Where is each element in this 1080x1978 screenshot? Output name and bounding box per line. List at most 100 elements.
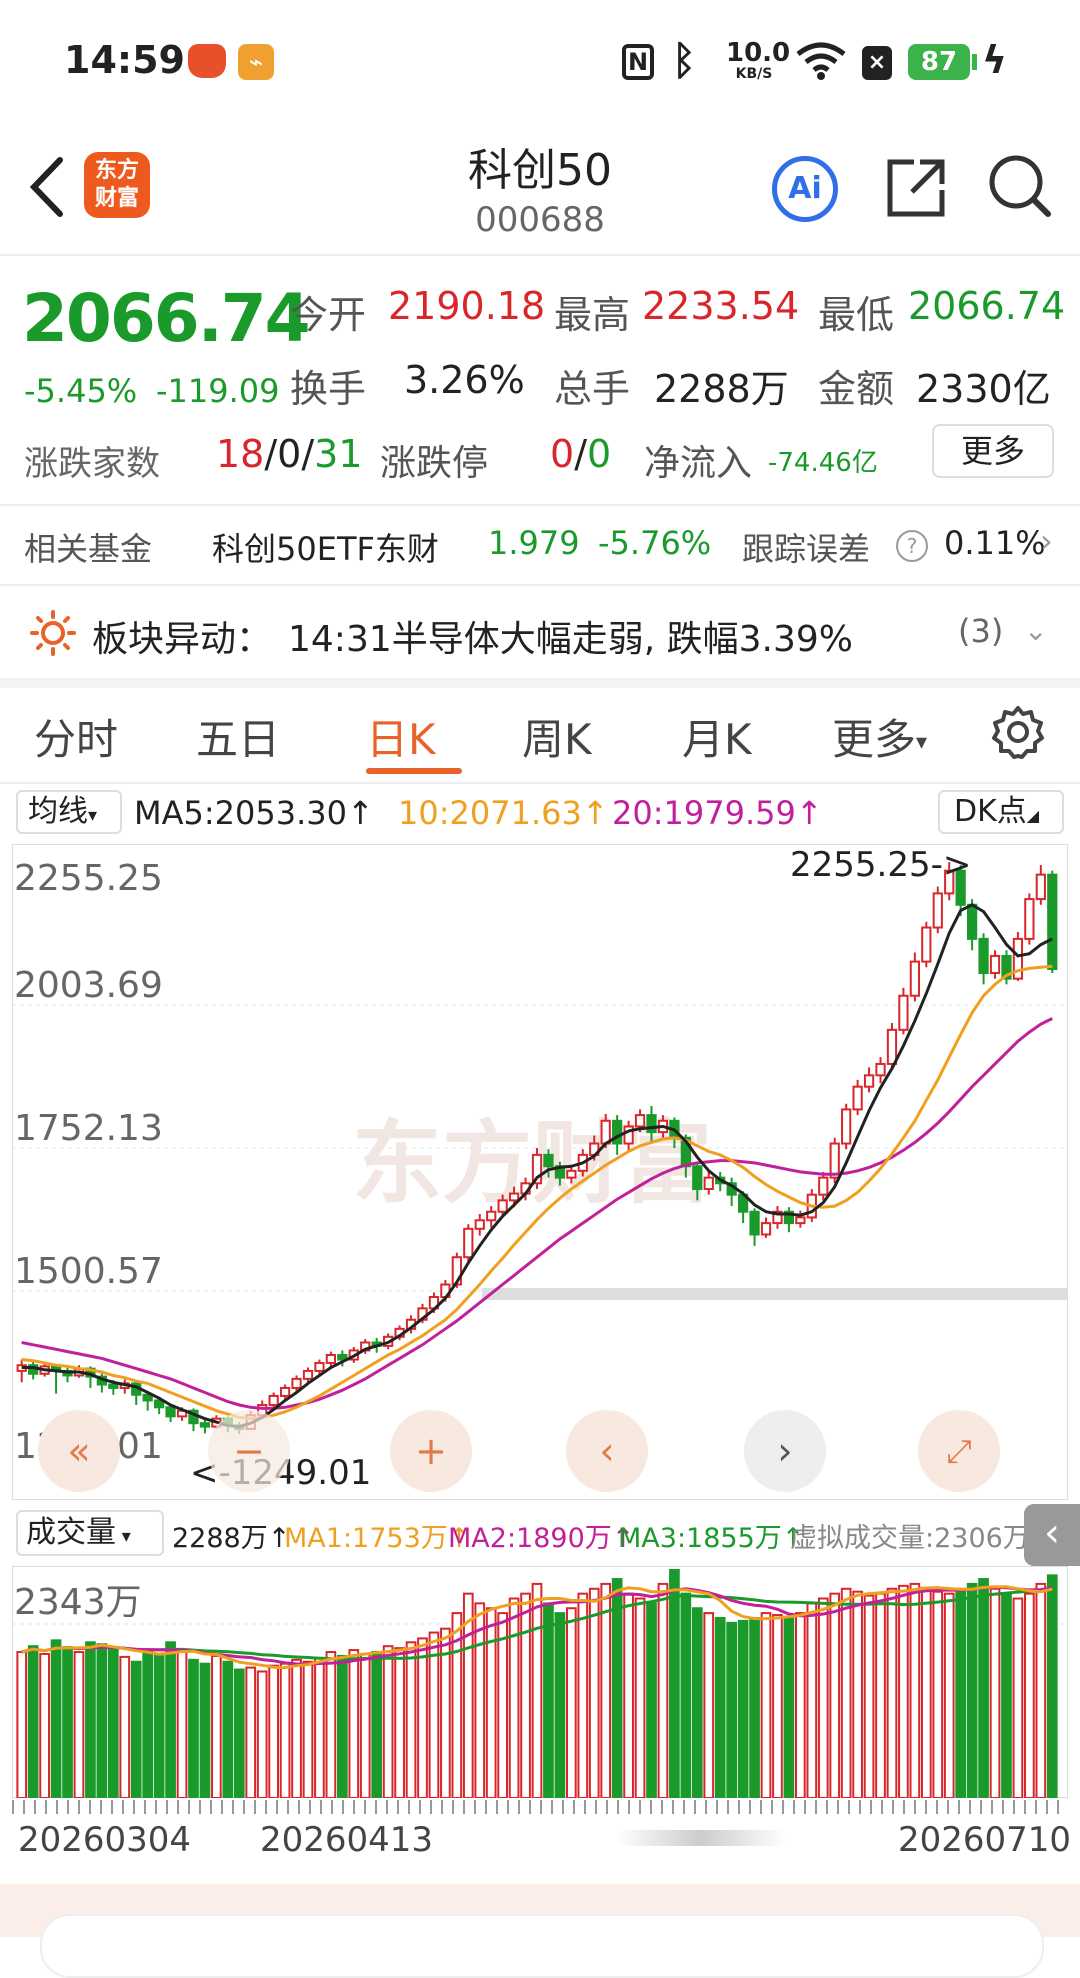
- volume-selector[interactable]: 成交量 ▾: [16, 1510, 164, 1556]
- volume-bar: [932, 1590, 944, 1798]
- candle-body: [268, 1394, 279, 1407]
- tab-five-day[interactable]: 五日: [196, 706, 280, 767]
- volume-bar: [119, 1655, 131, 1798]
- volume-bar: [188, 1658, 199, 1798]
- volume-bar: [39, 1652, 50, 1798]
- ma20-value: 20:1979.59↑: [612, 794, 823, 832]
- volume-bar: [863, 1594, 875, 1798]
- vol-current: 2288万↑: [172, 1523, 291, 1554]
- dk-point-label: DK点: [954, 794, 1027, 829]
- high-label: 最高: [554, 293, 631, 337]
- ma-selector[interactable]: 均线▾: [16, 790, 122, 834]
- candle-body: [875, 1062, 886, 1077]
- header-divider: [0, 254, 1080, 256]
- volume-bar: [417, 1637, 428, 1798]
- scroll-right-button[interactable]: ›: [744, 1410, 826, 1492]
- volume-bar: [600, 1582, 612, 1798]
- breadth-label: 涨跌家数: [24, 444, 160, 484]
- more-button[interactable]: 更多: [932, 424, 1054, 478]
- volume-bar: [886, 1587, 898, 1798]
- volume-bar: [268, 1664, 279, 1798]
- volume-bar: [142, 1649, 154, 1798]
- tab-daily-k[interactable]: 日K: [366, 706, 436, 767]
- volume-bar: [714, 1616, 726, 1798]
- candle-body: [852, 1085, 863, 1111]
- scroll-start-button[interactable]: «: [38, 1410, 120, 1492]
- volume-bar: [623, 1592, 634, 1798]
- x-axis-ticks: [12, 1800, 1068, 1814]
- candle-body: [909, 960, 920, 997]
- volume-bar: [107, 1647, 119, 1798]
- candle-body: [932, 892, 943, 929]
- help-icon[interactable]: ?: [896, 530, 928, 562]
- volume-bar: [325, 1651, 337, 1798]
- tab-more[interactable]: 更多▾: [832, 706, 927, 767]
- volume-bar: [130, 1660, 142, 1798]
- candle-body: [463, 1227, 474, 1259]
- related-fund-row[interactable]: 相关基金 科创50ETF东财 1.979 -5.76% 跟踪误差 ? 0.11%…: [0, 506, 1080, 584]
- kline-chart[interactable]: 东方财富 2255.252003.691752.131500.571249.01…: [12, 844, 1068, 1500]
- volume-chart[interactable]: 2343万: [12, 1566, 1068, 1798]
- ma10-value: 10:2071.63↑: [398, 794, 609, 832]
- candle-body: [566, 1169, 577, 1179]
- status-bar: 14:59 ⌁ N ᛒ 10.0 KB/S × 87 ϟ: [0, 0, 1080, 120]
- y-tick-label: 2003.69: [14, 965, 163, 1006]
- volume-bar: [508, 1597, 520, 1798]
- tab-intraday[interactable]: 分时: [34, 706, 118, 767]
- breadth-values: 18/0/31: [216, 432, 363, 476]
- candle-body: [199, 1422, 211, 1428]
- search-button[interactable]: [986, 152, 1054, 222]
- fund-label: 相关基金: [24, 530, 153, 568]
- wifi-icon: [796, 42, 846, 80]
- ma20-text: 20:1979.59: [612, 794, 796, 832]
- candle-body: [543, 1153, 554, 1168]
- change-abs: -119.09: [156, 372, 280, 410]
- amount-label: 金额: [818, 367, 895, 411]
- down-count: 31: [314, 432, 363, 476]
- comment-input-box[interactable]: [40, 1914, 1044, 1978]
- search-icon: [989, 155, 1051, 217]
- volume-bar: [1035, 1582, 1047, 1798]
- volume-bar: [531, 1582, 543, 1798]
- more-label: 更多: [960, 432, 1025, 470]
- collapse-panel-button[interactable]: ‹: [1024, 1504, 1080, 1566]
- no-sim-icon: ×: [862, 46, 892, 80]
- tab-weekly-k[interactable]: 周K: [522, 706, 592, 767]
- scroll-left-button[interactable]: ‹: [566, 1410, 648, 1492]
- candle-body: [863, 1074, 875, 1088]
- candle-body: [165, 1406, 176, 1418]
- ma-selector-label: 均线: [28, 794, 88, 829]
- volume-bar: [245, 1666, 257, 1798]
- fullscreen-button[interactable]: ⤢: [918, 1410, 1000, 1492]
- volume-bar: [50, 1639, 62, 1798]
- tabs-divider: [0, 782, 1080, 784]
- share-icon: [887, 159, 945, 217]
- volume-bar: [520, 1592, 531, 1798]
- volume-bar: [726, 1621, 738, 1798]
- open-value: 2190.18: [388, 284, 546, 328]
- volume-bar: [691, 1607, 703, 1798]
- alert-count: (3): [958, 612, 1004, 650]
- volume-bar: [680, 1592, 692, 1798]
- chevron-left-icon: ‹: [599, 1429, 615, 1473]
- plus-icon: +: [415, 1429, 447, 1473]
- ma10-text: 10:2071.63: [398, 794, 582, 832]
- ai-button[interactable]: Ai: [772, 156, 838, 222]
- scroll-indicator[interactable]: [616, 1830, 786, 1846]
- share-button[interactable]: [884, 154, 948, 220]
- x-tick-label: 20260710: [898, 1820, 1072, 1860]
- candle-body: [486, 1210, 497, 1222]
- sector-alert-row[interactable]: 板块异动： 14:31半导体大幅走弱, 跌幅3.39% (3) ⌄: [0, 586, 1080, 678]
- max-price-label: 2255.25->: [790, 845, 971, 885]
- dk-point-button[interactable]: DK点◢: [938, 790, 1064, 834]
- zoom-in-button[interactable]: +: [390, 1410, 472, 1492]
- sun-alert-icon: [30, 610, 76, 656]
- zoom-out-button[interactable]: −: [208, 1410, 290, 1492]
- volume-bar: [657, 1582, 669, 1798]
- low-label: 最低: [818, 293, 895, 337]
- tab-monthly-k[interactable]: 月K: [682, 706, 752, 767]
- alert-label: 板块异动：: [92, 619, 273, 660]
- chart-settings-button[interactable]: [990, 704, 1046, 760]
- bluetooth-icon: ᛒ: [672, 38, 696, 84]
- volume-bar: [1046, 1574, 1058, 1798]
